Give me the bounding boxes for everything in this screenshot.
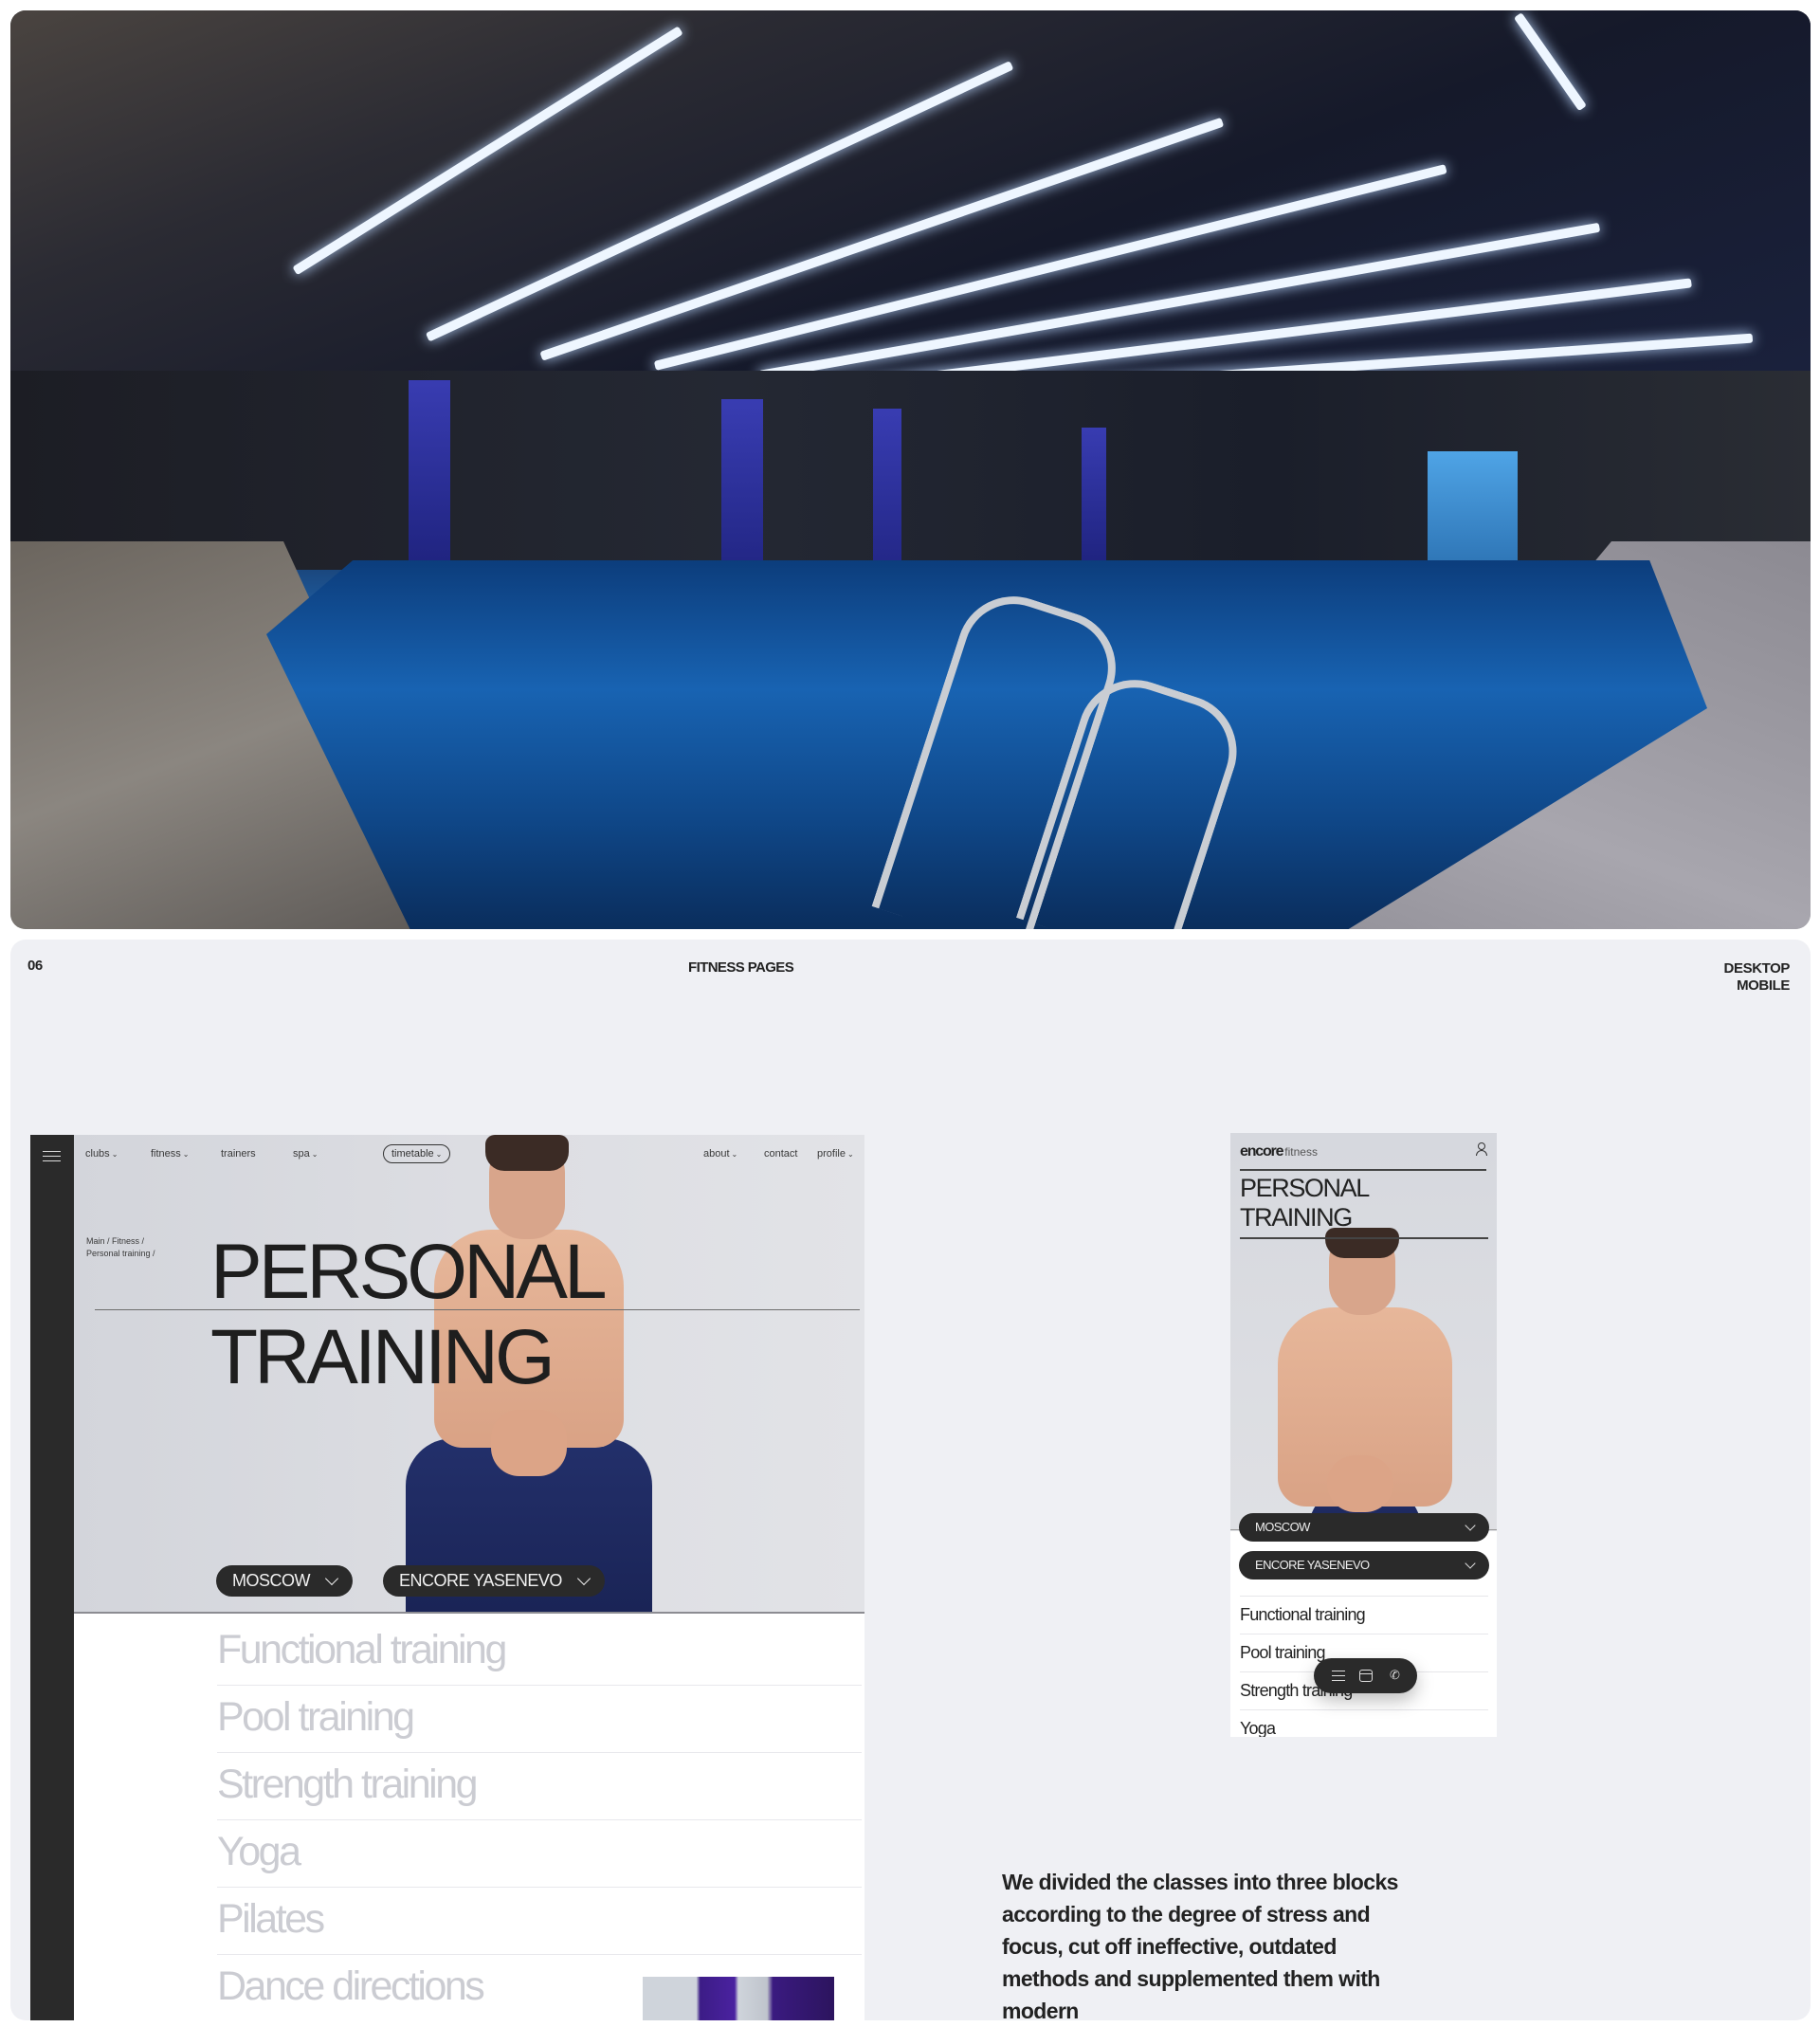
chevron-down-icon [1465, 1520, 1476, 1531]
chevron-down-icon: ⌄ [182, 1150, 190, 1159]
nav-clubs[interactable]: clubs ⌄ [85, 1148, 118, 1160]
section-title: FITNESS PAGES [688, 959, 794, 976]
chevron-down-icon: ⌄ [846, 1150, 854, 1159]
breadcrumb-line[interactable]: Personal training / [86, 1248, 155, 1260]
section-card: 06 FITNESS PAGES DESKTOP MOBILE clubs ⌄ f… [10, 940, 1811, 2020]
tag-desktop: DESKTOP [1723, 960, 1791, 977]
chevron-down-icon: ⌄ [731, 1150, 738, 1159]
tag-mobile: MOBILE [1737, 977, 1790, 994]
section-number: 06 [27, 958, 43, 974]
title-line-1: PERSONAL [210, 1229, 608, 1315]
title-divider [1240, 1237, 1488, 1239]
mobile-page-title: PERSONAL TRAINING [1240, 1174, 1370, 1233]
title-line-2: TRAINING [1240, 1203, 1353, 1232]
pillar [721, 399, 763, 579]
chevron-down-icon: ⌄ [311, 1150, 318, 1159]
header-divider [1240, 1169, 1486, 1171]
breadcrumb-line[interactable]: Main / Fitness / [86, 1235, 155, 1248]
top-nav: clubs ⌄ fitness ⌄ trainers spa ⌄ timetable ⌄… [74, 1135, 864, 1175]
class-item[interactable]: Yoga [217, 1820, 862, 1888]
menu-icon[interactable] [1332, 1671, 1345, 1681]
dance-preview-image [643, 1977, 834, 2020]
sidebar [30, 1135, 74, 2020]
description-text: We divided the classes into three blocks… [1002, 1870, 1398, 2023]
nav-trainers[interactable]: trainers [221, 1148, 256, 1160]
class-item[interactable]: Pool training [217, 1686, 862, 1753]
phone-icon[interactable]: ✆ [1390, 1669, 1403, 1682]
back-wall [10, 371, 1811, 570]
nav-timetable[interactable]: timetable ⌄ [383, 1144, 451, 1163]
pillar [1082, 428, 1106, 560]
chevron-down-icon [1465, 1558, 1476, 1569]
city-select[interactable]: MOSCOW [216, 1565, 353, 1597]
calendar-icon[interactable] [1359, 1670, 1373, 1682]
pillar [409, 380, 450, 560]
nav-fitness[interactable]: fitness ⌄ [151, 1148, 190, 1160]
class-item[interactable]: Strength training [217, 1753, 862, 1820]
club-select[interactable]: ENCORE YASENEVO [383, 1565, 605, 1597]
nav-profile[interactable]: profile ⌄ [817, 1148, 854, 1160]
class-item[interactable]: Functional training [1240, 1596, 1488, 1634]
encore-logo[interactable]: encore fitness [1240, 1143, 1318, 1160]
desktop-mockup: clubs ⌄ fitness ⌄ trainers spa ⌄ timetable ⌄… [30, 1135, 864, 2020]
trainer-figure [1270, 1228, 1460, 1531]
nav-contact[interactable]: contact [764, 1148, 797, 1160]
class-item[interactable]: Yoga [1240, 1709, 1488, 1737]
title-line-1: PERSONAL [1240, 1174, 1370, 1202]
class-item[interactable]: Pilates [217, 1888, 862, 1955]
chevron-down-icon [324, 1571, 339, 1586]
hamburger-menu-icon[interactable] [43, 1151, 61, 1161]
chevron-down-icon [576, 1571, 591, 1586]
class-list: Functional training Pool training Streng… [217, 1618, 862, 2020]
chevron-down-icon: ⌄ [435, 1150, 443, 1159]
class-item[interactable]: Functional training [217, 1618, 862, 1686]
title-divider [95, 1309, 860, 1310]
nav-spa[interactable]: spa ⌄ [293, 1148, 318, 1160]
user-icon[interactable] [1475, 1142, 1487, 1156]
mobile-club-select[interactable]: ENCORE YASENEVO [1239, 1551, 1489, 1580]
title-line-2: TRAINING [210, 1314, 555, 1400]
mobile-city-select[interactable]: MOSCOW [1239, 1513, 1489, 1542]
hero-divider [74, 1612, 864, 1614]
hero-pool-photo [10, 10, 1811, 929]
chevron-down-icon: ⌄ [111, 1150, 118, 1159]
floating-action-bar: ✆ [1314, 1658, 1417, 1693]
page-title: PERSONAL TRAINING [210, 1229, 608, 1400]
section-tags: DESKTOP MOBILE [1723, 960, 1791, 995]
nav-about[interactable]: about ⌄ [703, 1148, 737, 1160]
mobile-mockup: encore fitness PERSONAL TRAINING MOSCOW E… [1230, 1133, 1497, 1737]
breadcrumb: Main / Fitness / Personal training / [86, 1235, 155, 1260]
